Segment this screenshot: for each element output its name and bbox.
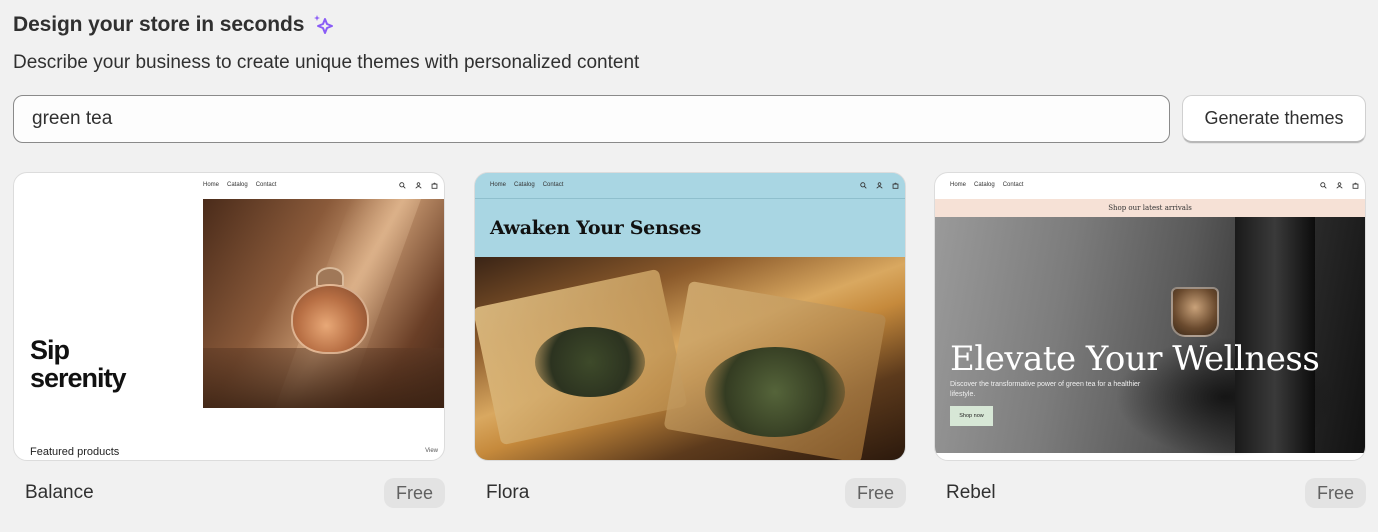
theme-card-flora[interactable]: Home Catalog Contact Awaken Your Senses … (474, 172, 906, 508)
price-badge: Free (1304, 478, 1366, 508)
search-icon (399, 182, 406, 189)
theme-card-balance[interactable]: Home Catalog Contact Sip serenity Featur… (13, 172, 445, 508)
account-icon (1336, 182, 1343, 189)
theme-card-rebel[interactable]: Home Catalog Contact Shop our latest arr… (934, 172, 1366, 508)
hero-image-teapot (203, 199, 444, 408)
bag-icon (431, 182, 438, 189)
preview-nav-home: Home (490, 182, 507, 188)
generate-themes-button[interactable]: Generate themes (1182, 95, 1366, 143)
preview-nav: Home Catalog Contact (14, 173, 444, 199)
bag-icon (892, 182, 899, 189)
preview-shop-now-button: Shop now (950, 406, 993, 426)
account-icon (876, 182, 883, 189)
preview-hero-subtext: Discover the transformative power of gre… (950, 381, 1141, 398)
page-title: Design your store in seconds (13, 13, 305, 36)
search-icon (860, 182, 867, 189)
business-description-input[interactable] (13, 95, 1170, 143)
theme-name: Flora (486, 482, 530, 503)
preview-nav-catalog: Catalog (974, 182, 995, 188)
preview-nav-contact: Contact (542, 182, 564, 188)
theme-name: Balance (25, 482, 94, 503)
theme-preview-balance[interactable]: Home Catalog Contact Sip serenity Featur… (13, 172, 445, 461)
preview-hero-heading: Awaken Your Senses (490, 217, 702, 239)
preview-hero-heading: Sip serenity (30, 335, 127, 393)
preview-nav-home: Home (203, 182, 220, 188)
header: Design your store in seconds (13, 13, 336, 37)
page-subtitle: Describe your business to create unique … (13, 52, 640, 73)
preview-nav: Home Catalog Contact (935, 173, 1365, 199)
preview-nav-contact: Contact (255, 182, 277, 188)
theme-preview-rebel[interactable]: Home Catalog Contact Shop our latest arr… (934, 172, 1366, 461)
search-icon (1320, 182, 1327, 189)
price-badge: Free (844, 478, 906, 508)
sparkle-icon (314, 15, 334, 34)
hero-image-tea-machine (935, 217, 1365, 457)
hero-image-tea-bags (475, 257, 905, 460)
preview-nav-home: Home (950, 182, 967, 188)
announcement-banner: Shop our latest arrivals (935, 199, 1365, 217)
preview-nav-contact: Contact (1002, 182, 1024, 188)
bag-icon (1352, 182, 1359, 189)
account-icon (415, 182, 422, 189)
preview-featured-heading: Featured products (30, 446, 120, 458)
preview-nav-catalog: Catalog (514, 182, 535, 188)
preview-nav: Home Catalog Contact (475, 173, 905, 199)
price-badge: Free (383, 478, 445, 508)
preview-hero-heading: Elevate Your Wellness (950, 339, 1320, 379)
theme-preview-flora[interactable]: Home Catalog Contact Awaken Your Senses (474, 172, 906, 461)
preview-nav-catalog: Catalog (227, 182, 248, 188)
theme-name: Rebel (946, 482, 996, 503)
preview-view-link: View (425, 448, 438, 454)
